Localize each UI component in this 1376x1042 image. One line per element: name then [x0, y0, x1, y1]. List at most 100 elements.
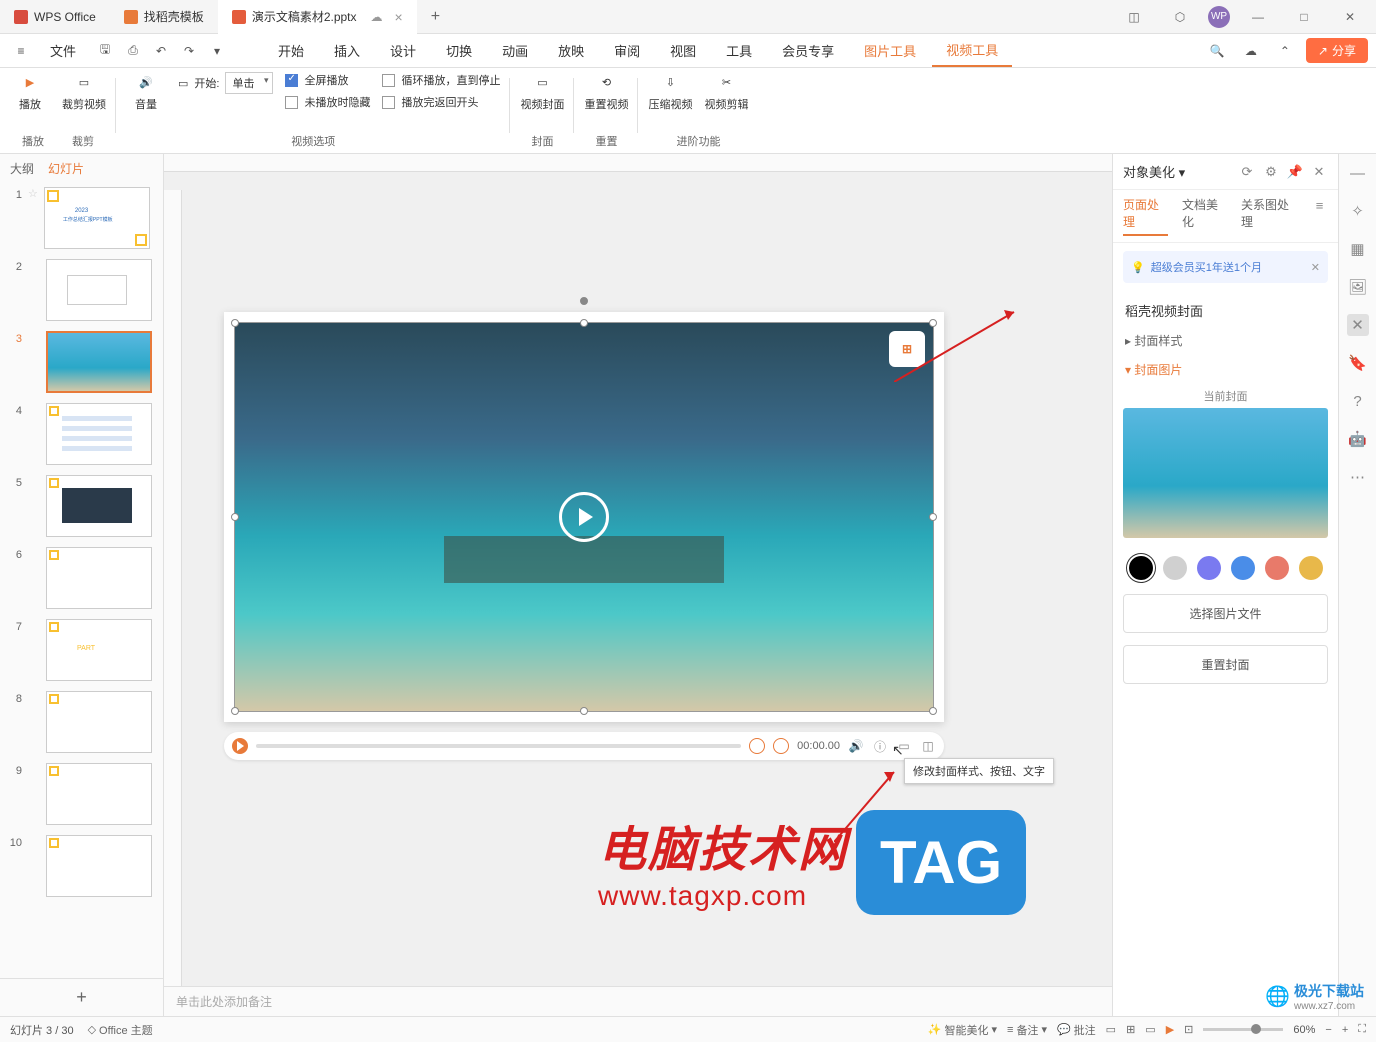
trim-button[interactable]: ▭裁剪视频 [62, 72, 106, 112]
notes-button[interactable]: ≡ 备注 ▾ [1007, 1022, 1047, 1038]
cover-button[interactable]: ▭视频封面 [520, 72, 564, 112]
color-black[interactable] [1129, 556, 1153, 580]
sb-template-icon[interactable]: ▦ [1347, 238, 1369, 260]
menu-transition[interactable]: 切换 [432, 35, 486, 66]
rp-collapse-style[interactable]: ▸ 封面样式 [1113, 326, 1338, 355]
smart-beautify-button[interactable]: ✨ 智能美化 ▾ [928, 1022, 997, 1038]
close-button[interactable]: ✕ [1332, 2, 1368, 32]
menu-tools[interactable]: 工具 [712, 35, 766, 66]
slide-thumb-9[interactable] [46, 763, 152, 825]
menu-design[interactable]: 设计 [376, 35, 430, 66]
rp-menu-icon[interactable]: ≡ [1311, 196, 1328, 214]
slide-thumb-3[interactable] [46, 331, 152, 393]
zoom-slider[interactable] [1203, 1028, 1283, 1031]
handle-n[interactable] [580, 319, 588, 327]
slide-thumb-8[interactable] [46, 691, 152, 753]
vc-info-icon[interactable]: ⓘ [872, 738, 888, 754]
hide-checkbox[interactable] [285, 96, 298, 109]
rp-tab-relation[interactable]: 关系图处理 [1241, 196, 1297, 236]
vc-play-button[interactable] [232, 738, 248, 754]
rp-refresh-icon[interactable]: ⟳ [1238, 163, 1256, 181]
add-slide-button[interactable]: + [0, 978, 163, 1016]
undo-icon[interactable]: ↶ [148, 38, 174, 64]
save-icon[interactable]: 🖫 [92, 38, 118, 64]
color-gray[interactable] [1163, 556, 1187, 580]
fullscreen-checkbox[interactable] [285, 74, 298, 87]
rp-promo-banner[interactable]: 💡 超级会员买1年送1个月 ✕ [1123, 251, 1328, 283]
vc-next-button[interactable] [773, 738, 789, 754]
slide-thumb-4[interactable] [46, 403, 152, 465]
compress-button[interactable]: ⇩压缩视频 [648, 72, 692, 112]
vc-crop-icon[interactable]: ◫ [920, 738, 936, 754]
theme-button[interactable]: ◇ Office 主题 [88, 1022, 153, 1038]
slide-thumb-5[interactable] [46, 475, 152, 537]
play-button[interactable]: ▶播放 [10, 72, 50, 112]
menu-slideshow[interactable]: 放映 [544, 35, 598, 66]
vc-prev-button[interactable] [749, 738, 765, 754]
rp-gear-icon[interactable]: ⚙ [1262, 163, 1280, 181]
sb-star-icon[interactable]: ✧ [1347, 200, 1369, 222]
sb-bookmark-icon[interactable]: 🔖 [1347, 352, 1369, 374]
tab-templates[interactable]: 找稻壳模板 [110, 0, 218, 34]
slide-thumb-7[interactable]: PART [46, 619, 152, 681]
sb-help-icon[interactable]: ? [1347, 390, 1369, 412]
sb-robot-icon[interactable]: 🤖 [1347, 428, 1369, 450]
rp-pin-icon[interactable]: 📌 [1286, 163, 1304, 181]
print-icon[interactable]: ⎙ [120, 38, 146, 64]
color-purple[interactable] [1197, 556, 1221, 580]
view-slideshow-icon[interactable]: ▶ [1166, 1023, 1174, 1036]
menu-animation[interactable]: 动画 [488, 35, 542, 66]
handle-e[interactable] [929, 513, 937, 521]
rp-tab-page[interactable]: 页面处理 [1123, 196, 1168, 236]
share-button[interactable]: ↗ 分享 [1306, 38, 1368, 63]
view-normal-icon[interactable]: ▭ [1106, 1023, 1116, 1036]
menu-start[interactable]: 开始 [264, 35, 318, 66]
menu-pic-tools[interactable]: 图片工具 [850, 35, 930, 66]
reset-button[interactable]: ⟲重置视频 [584, 72, 628, 112]
sb-collapse-icon[interactable]: — [1347, 162, 1369, 184]
zoom-in-icon[interactable]: + [1342, 1024, 1348, 1036]
search-icon[interactable]: 🔍 [1204, 38, 1230, 64]
slide-thumb-1[interactable]: 2023工作总结汇报PPT模板 [44, 187, 150, 249]
handle-s[interactable] [580, 707, 588, 715]
zoom-out-icon[interactable]: − [1325, 1024, 1331, 1036]
edit-button[interactable]: ✂视频剪辑 [704, 72, 748, 112]
color-yellow[interactable] [1299, 556, 1323, 580]
rp-tab-doc[interactable]: 文档美化 [1182, 196, 1227, 236]
play-overlay-icon[interactable] [559, 492, 609, 542]
zoom-fit-icon[interactable]: ⊡ [1184, 1023, 1193, 1036]
menu-view[interactable]: 视图 [656, 35, 710, 66]
maximize-button[interactable]: □ [1286, 2, 1322, 32]
rp-collapse-image[interactable]: ▾ 封面图片 [1113, 355, 1338, 384]
sb-image-icon[interactable]: 🖼 [1347, 276, 1369, 298]
rp-close-icon[interactable]: ✕ [1310, 163, 1328, 181]
menu-video-tools[interactable]: 视频工具 [932, 34, 1012, 67]
menu-review[interactable]: 审阅 [600, 35, 654, 66]
avatar[interactable]: WP [1208, 6, 1230, 28]
redo-icon[interactable]: ↷ [176, 38, 202, 64]
menu-hamburger-icon[interactable]: ≡ [8, 38, 34, 64]
tab-add-button[interactable]: + [417, 8, 454, 26]
menu-vip[interactable]: 会员专享 [768, 35, 848, 66]
view-reading-icon[interactable]: ▭ [1145, 1023, 1155, 1036]
rotate-handle[interactable] [580, 297, 588, 305]
comments-button[interactable]: 💬 批注 [1057, 1022, 1096, 1038]
slide-thumb-2[interactable] [46, 259, 152, 321]
minimize-button[interactable]: — [1240, 2, 1276, 32]
loop-checkbox[interactable] [382, 74, 395, 87]
tab-wps[interactable]: WPS Office [0, 0, 110, 34]
rp-select-file-button[interactable]: 选择图片文件 [1123, 594, 1328, 633]
notes-bar[interactable]: 单击此处添加备注 [164, 986, 1112, 1016]
view-sorter-icon[interactable]: ⊞ [1126, 1023, 1135, 1036]
slide-canvas[interactable]: ⊞ [224, 312, 944, 722]
menu-insert[interactable]: 插入 [320, 35, 374, 66]
volume-button[interactable]: 🔊音量 [126, 72, 166, 112]
slide-thumb-6[interactable] [46, 547, 152, 609]
handle-se[interactable] [929, 707, 937, 715]
promo-close-icon[interactable]: ✕ [1311, 261, 1320, 274]
start-dropdown[interactable]: 单击 [225, 72, 273, 94]
slides-tab[interactable]: 幻灯片 [48, 160, 84, 177]
vc-seek-track[interactable] [256, 744, 741, 748]
color-red[interactable] [1265, 556, 1289, 580]
color-blue[interactable] [1231, 556, 1255, 580]
